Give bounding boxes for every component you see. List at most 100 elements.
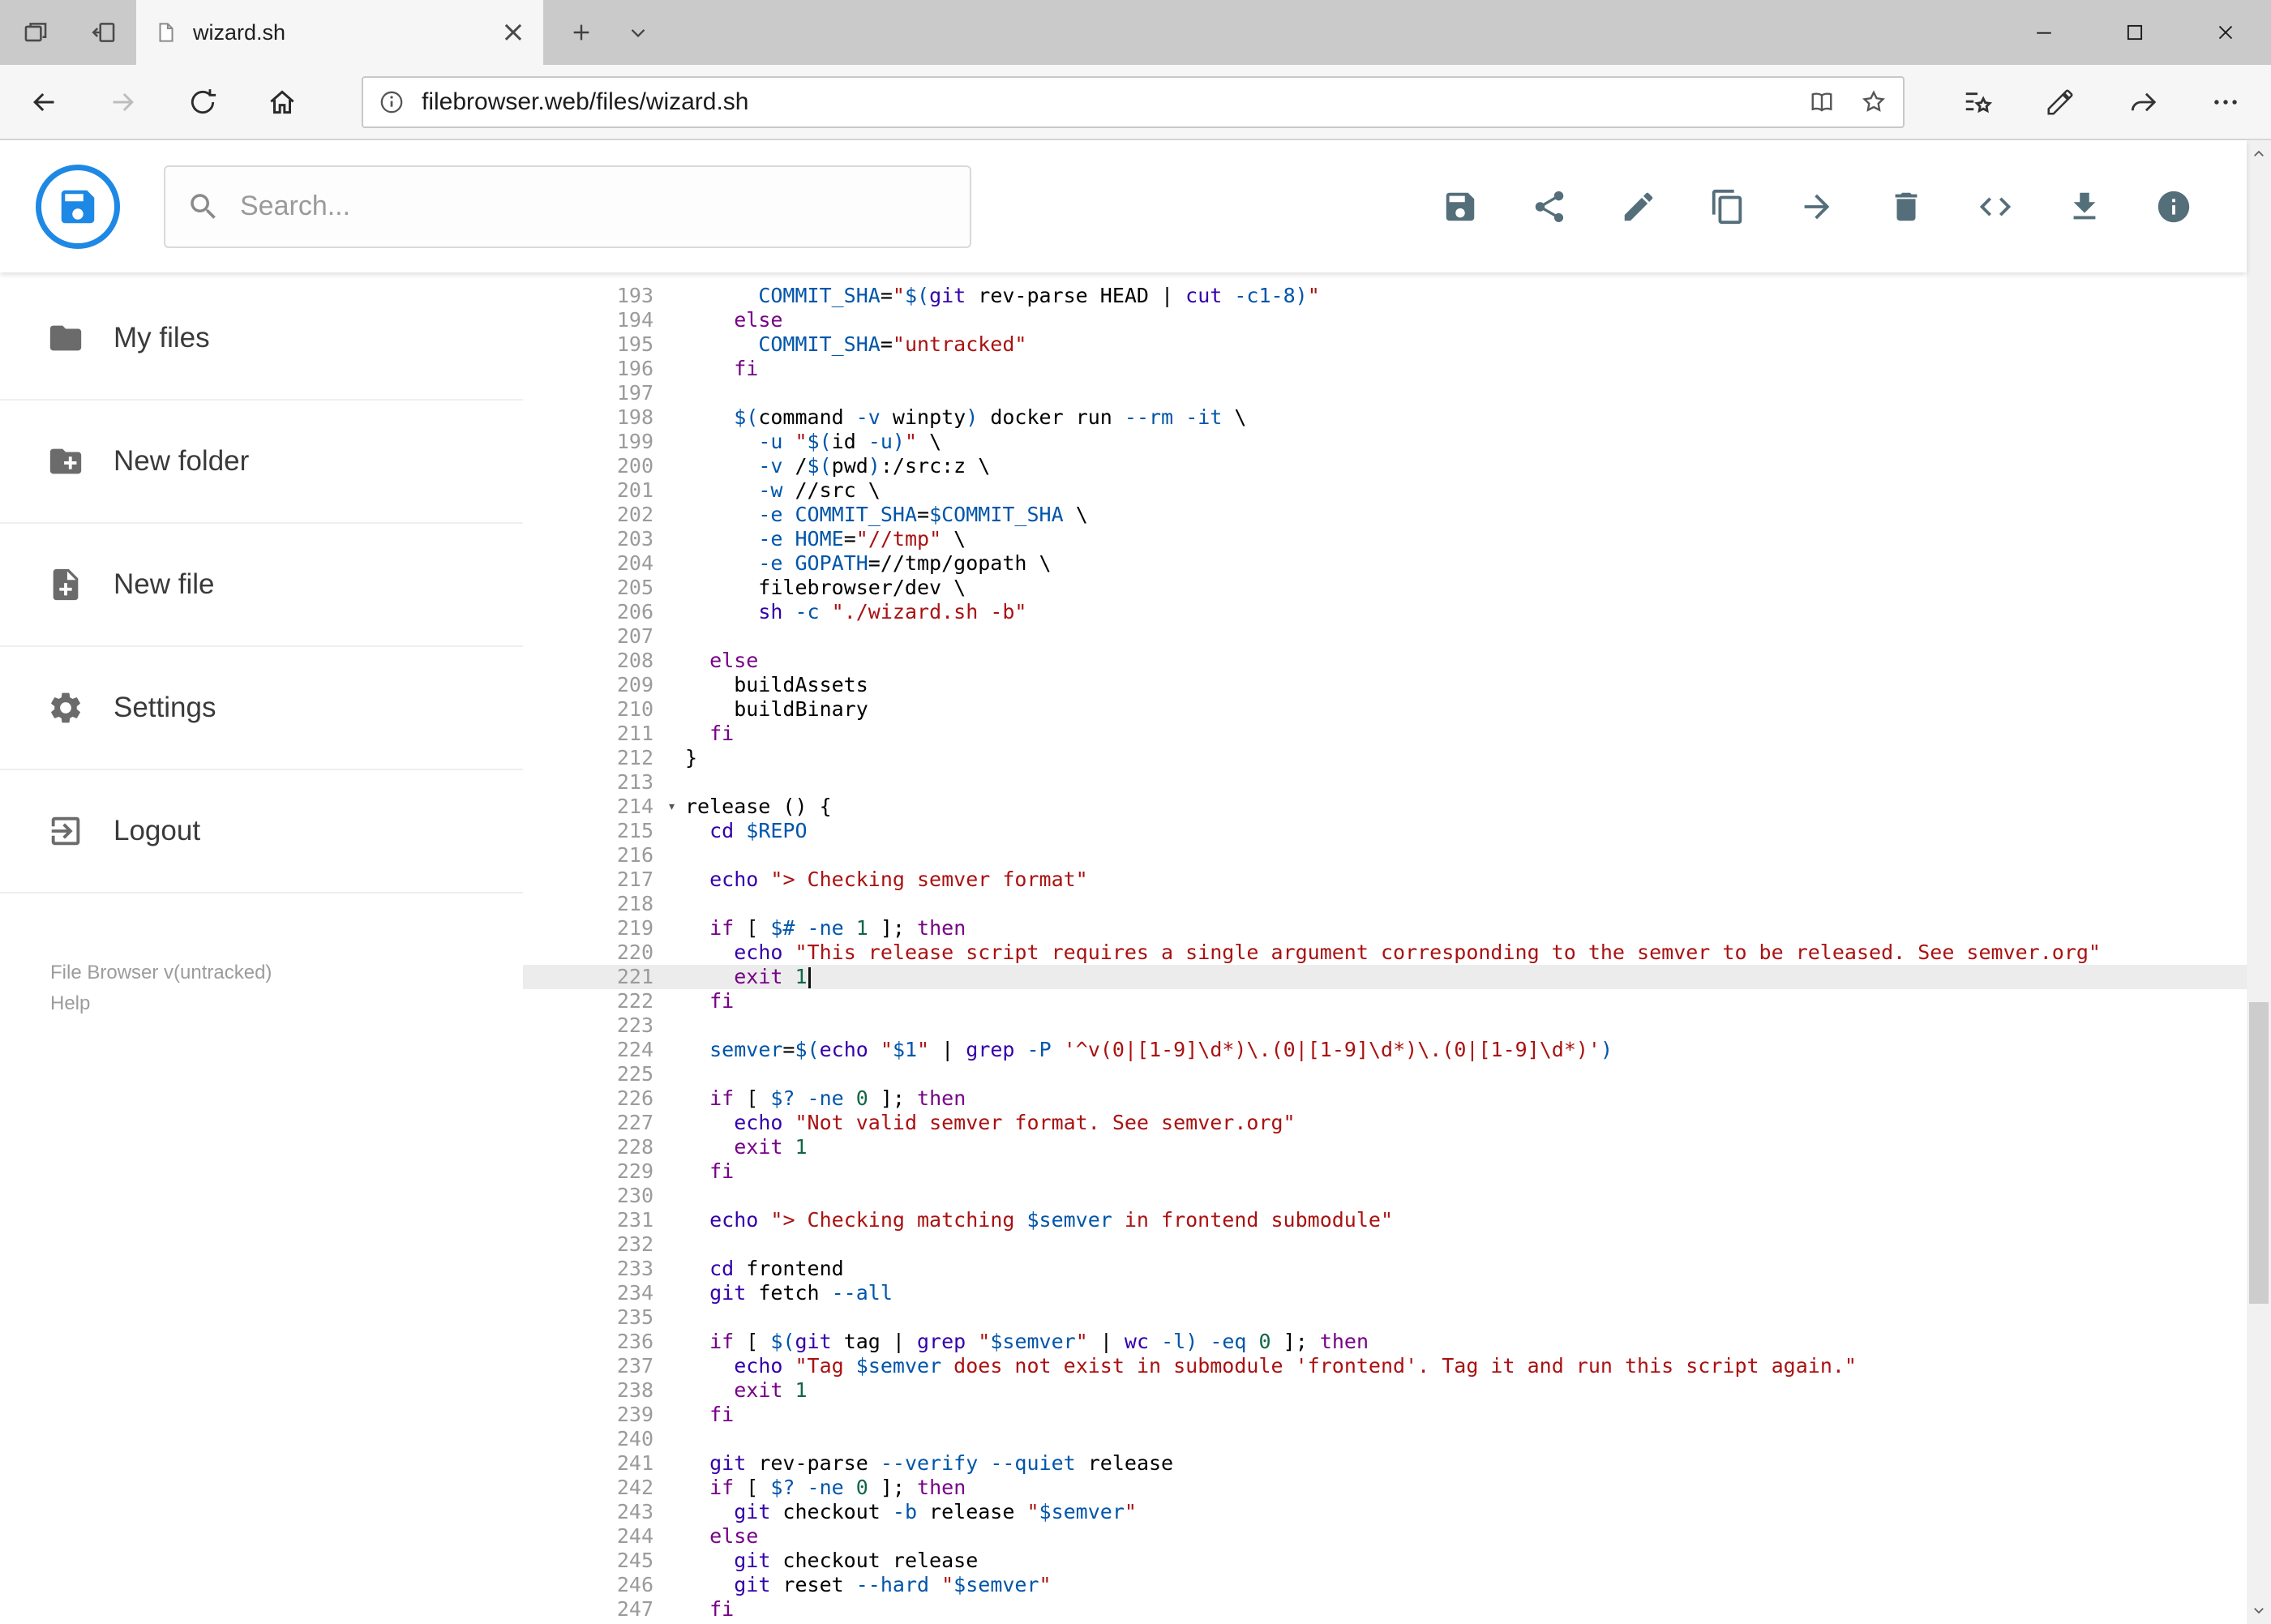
- code-line-227[interactable]: 227 echo "Not valid semver format. See s…: [523, 1111, 2247, 1135]
- delete-icon[interactable]: [1885, 186, 1927, 228]
- code-line-217[interactable]: 217 echo "> Checking semver format": [523, 868, 2247, 892]
- sidebar-item-settings[interactable]: Settings: [0, 647, 523, 770]
- code-line-218[interactable]: 218: [523, 892, 2247, 916]
- tab-close-icon[interactable]: ×: [501, 18, 525, 47]
- code-line-219[interactable]: 219 if [ $# -ne 1 ]; then: [523, 916, 2247, 941]
- code-line-241[interactable]: 241 git rev-parse --verify --quiet relea…: [523, 1451, 2247, 1476]
- rename-pencil-icon[interactable]: [1618, 186, 1660, 228]
- code-line-211[interactable]: 211 fi: [523, 722, 2247, 746]
- address-bar[interactable]: filebrowser.web/files/wizard.sh: [362, 75, 1905, 128]
- sidebar-item-new-folder[interactable]: New folder: [0, 401, 523, 524]
- forward-button[interactable]: [97, 76, 149, 128]
- scrollbar-thumb[interactable]: [2249, 1002, 2269, 1304]
- code-line-246[interactable]: 246 git reset --hard "$semver": [523, 1573, 2247, 1597]
- code-line-199[interactable]: 199 -u "$(id -u)" \: [523, 430, 2247, 454]
- new-tab-button[interactable]: [556, 8, 606, 57]
- code-line-233[interactable]: 233 cd frontend: [523, 1257, 2247, 1281]
- reading-view-icon[interactable]: [1807, 88, 1836, 117]
- close-button[interactable]: [2180, 0, 2271, 65]
- minimize-button[interactable]: [1999, 0, 2089, 65]
- code-line-213[interactable]: 213: [523, 770, 2247, 795]
- info-icon[interactable]: [2153, 186, 2195, 228]
- code-line-214[interactable]: 214 ▾ release () {: [523, 795, 2247, 819]
- code-line-226[interactable]: 226 if [ $? -ne 0 ]; then: [523, 1086, 2247, 1111]
- sidebar-item-my-files[interactable]: My files: [0, 277, 523, 401]
- code-line-247[interactable]: 247 fi: [523, 1597, 2247, 1622]
- tab-preview-icon[interactable]: [13, 10, 58, 55]
- code-line-229[interactable]: 229 fi: [523, 1159, 2247, 1184]
- code-line-198[interactable]: 198 $(command -v winpty) docker run --rm…: [523, 405, 2247, 430]
- search-input[interactable]: [240, 191, 949, 222]
- code-line-240[interactable]: 240: [523, 1427, 2247, 1451]
- scroll-up-arrow-icon[interactable]: [2247, 140, 2271, 168]
- code-line-206[interactable]: 206 sh -c "./wizard.sh -b": [523, 600, 2247, 624]
- code-line-215[interactable]: 215 cd $REPO: [523, 819, 2247, 843]
- search-box[interactable]: [164, 165, 971, 248]
- code-line-193[interactable]: 193 COMMIT_SHA="$(git rev-parse HEAD | c…: [523, 284, 2247, 308]
- share-file-icon[interactable]: [1528, 186, 1570, 228]
- code-line-197[interactable]: 197: [523, 381, 2247, 405]
- fold-toggle-icon[interactable]: ▾: [658, 795, 685, 819]
- code-line-212[interactable]: 212}: [523, 746, 2247, 770]
- refresh-button[interactable]: [177, 76, 229, 128]
- code-editor[interactable]: 193 COMMIT_SHA="$(git rev-parse HEAD | c…: [523, 272, 2247, 1624]
- tab-list-chevron-icon[interactable]: [613, 8, 663, 57]
- favorite-star-icon[interactable]: [1859, 88, 1888, 117]
- sidebar-item-new-file[interactable]: New file: [0, 524, 523, 647]
- filebrowser-logo[interactable]: [36, 164, 120, 249]
- vertical-scrollbar[interactable]: [2247, 140, 2271, 1624]
- code-line-234[interactable]: 234 git fetch --all: [523, 1281, 2247, 1305]
- code-line-201[interactable]: 201 -w //src \: [523, 478, 2247, 503]
- code-line-232[interactable]: 232: [523, 1232, 2247, 1257]
- code-line-228[interactable]: 228 exit 1: [523, 1135, 2247, 1159]
- set-tabs-aside-icon[interactable]: [81, 10, 126, 55]
- code-line-243[interactable]: 243 git checkout -b release "$semver": [523, 1500, 2247, 1524]
- code-line-209[interactable]: 209 buildAssets: [523, 673, 2247, 697]
- scroll-down-arrow-icon[interactable]: [2247, 1596, 2271, 1624]
- code-line-195[interactable]: 195 COMMIT_SHA="untracked": [523, 332, 2247, 357]
- code-line-210[interactable]: 210 buildBinary: [523, 697, 2247, 722]
- code-line-221[interactable]: 221 exit 1: [523, 965, 2247, 989]
- code-line-223[interactable]: 223: [523, 1013, 2247, 1038]
- hub-favorites-icon[interactable]: [1952, 76, 2003, 128]
- code-line-242[interactable]: 242 if [ $? -ne 0 ]; then: [523, 1476, 2247, 1500]
- code-line-244[interactable]: 244 else: [523, 1524, 2247, 1549]
- browser-tab[interactable]: wizard.sh ×: [136, 0, 543, 65]
- code-line-224[interactable]: 224 semver=$(echo "$1" | grep -P '^v(0|[…: [523, 1038, 2247, 1062]
- copy-icon[interactable]: [1707, 186, 1749, 228]
- code-line-236[interactable]: 236 if [ $(git tag | grep "$semver" | wc…: [523, 1330, 2247, 1354]
- code-view-icon[interactable]: [1974, 186, 2016, 228]
- code-line-238[interactable]: 238 exit 1: [523, 1378, 2247, 1403]
- web-note-pen-icon[interactable]: [2034, 76, 2086, 128]
- code-line-235[interactable]: 235: [523, 1305, 2247, 1330]
- code-line-239[interactable]: 239 fi: [523, 1403, 2247, 1427]
- code-line-203[interactable]: 203 -e HOME="//tmp" \: [523, 527, 2247, 551]
- more-options-icon[interactable]: [2200, 76, 2252, 128]
- save-icon[interactable]: [1439, 186, 1481, 228]
- code-line-207[interactable]: 207: [523, 624, 2247, 649]
- code-line-204[interactable]: 204 -e GOPATH=//tmp/gopath \: [523, 551, 2247, 576]
- code-line-205[interactable]: 205 filebrowser/dev \: [523, 576, 2247, 600]
- code-line-196[interactable]: 196 fi: [523, 357, 2247, 381]
- site-info-icon[interactable]: [378, 88, 405, 116]
- move-icon[interactable]: [1796, 186, 1838, 228]
- code-line-216[interactable]: 216: [523, 843, 2247, 868]
- sidebar-item-logout[interactable]: Logout: [0, 770, 523, 893]
- code-line-220[interactable]: 220 echo "This release script requires a…: [523, 941, 2247, 965]
- code-line-231[interactable]: 231 echo "> Checking matching $semver in…: [523, 1208, 2247, 1232]
- code-line-208[interactable]: 208 else: [523, 649, 2247, 673]
- code-line-200[interactable]: 200 -v /$(pwd):/src:z \: [523, 454, 2247, 478]
- code-line-194[interactable]: 194 else: [523, 308, 2247, 332]
- back-button[interactable]: [18, 76, 70, 128]
- home-button[interactable]: [256, 76, 308, 128]
- share-icon[interactable]: [2117, 76, 2169, 128]
- code-line-202[interactable]: 202 -e COMMIT_SHA=$COMMIT_SHA \: [523, 503, 2247, 527]
- code-line-222[interactable]: 222 fi: [523, 989, 2247, 1013]
- code-line-230[interactable]: 230: [523, 1184, 2247, 1208]
- code-line-237[interactable]: 237 echo "Tag $semver does not exist in …: [523, 1354, 2247, 1378]
- download-icon[interactable]: [2063, 186, 2106, 228]
- code-line-245[interactable]: 245 git checkout release: [523, 1549, 2247, 1573]
- maximize-button[interactable]: [2089, 0, 2180, 65]
- help-link[interactable]: Help: [50, 988, 272, 1019]
- code-line-225[interactable]: 225: [523, 1062, 2247, 1086]
